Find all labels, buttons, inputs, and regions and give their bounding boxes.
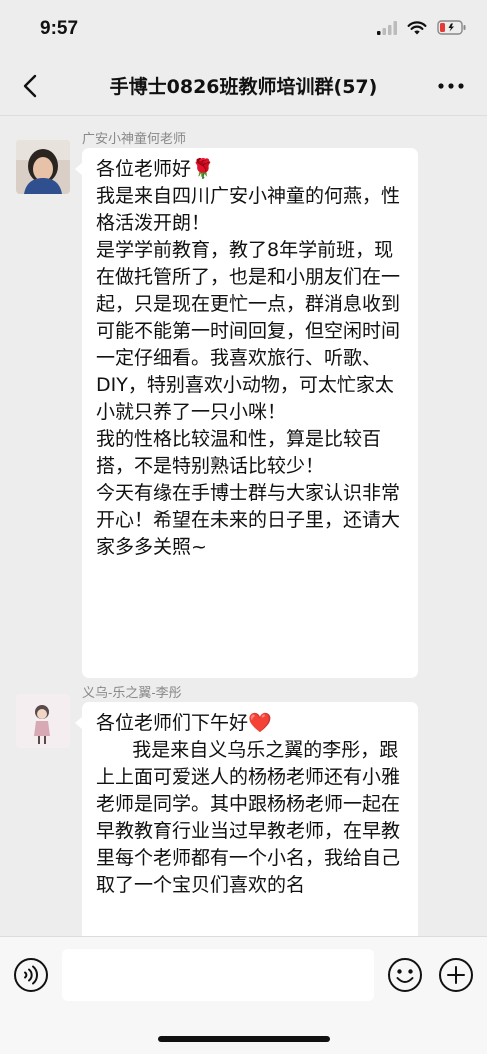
user-avatar-icon bbox=[16, 694, 70, 748]
chat-messages[interactable]: 广安小神童何老师 各位老师好🌹 我是来自四川广安小神童的何燕，性格活泼开朗！ 是… bbox=[0, 116, 487, 936]
sender-name: 义乌-乐之翼-李彤 bbox=[82, 685, 182, 700]
user-avatar-icon bbox=[16, 140, 70, 194]
more-functions-button[interactable] bbox=[438, 957, 474, 993]
message-bubble[interactable]: 各位老师好🌹 我是来自四川广安小神童的何燕，性格活泼开朗！ 是学学前教育，教了8… bbox=[75, 148, 418, 678]
voice-icon bbox=[14, 958, 48, 992]
chat-header: 手博士0826班教师培训群(57) bbox=[0, 56, 487, 116]
signal-icon bbox=[377, 20, 397, 35]
emoji-button[interactable] bbox=[387, 957, 423, 993]
more-button[interactable] bbox=[433, 70, 469, 102]
more-icon bbox=[438, 83, 464, 89]
wifi-icon bbox=[407, 20, 427, 34]
emoji-icon bbox=[388, 958, 422, 992]
status-icons bbox=[377, 20, 467, 35]
chat-title: 手博士0826班教师培训群(57) bbox=[109, 76, 378, 98]
voice-button[interactable] bbox=[13, 957, 49, 993]
message-input[interactable] bbox=[62, 949, 374, 1001]
avatar[interactable] bbox=[16, 694, 70, 748]
status-bar: 9:57 bbox=[0, 0, 487, 56]
avatar[interactable] bbox=[16, 140, 70, 194]
battery-icon bbox=[437, 20, 466, 35]
status-time: 9:57 bbox=[40, 18, 79, 39]
chevron-left-icon bbox=[23, 74, 37, 98]
plus-icon bbox=[439, 958, 473, 992]
back-button[interactable] bbox=[14, 70, 46, 102]
message-bubble[interactable]: 各位老师们下午好❤️ 我是来自义乌乐之翼的李彤，跟上上面可爱迷人的杨杨老师还有小… bbox=[75, 702, 418, 936]
home-indicator[interactable] bbox=[158, 1036, 330, 1042]
sender-name: 广安小神童何老师 bbox=[82, 131, 187, 146]
